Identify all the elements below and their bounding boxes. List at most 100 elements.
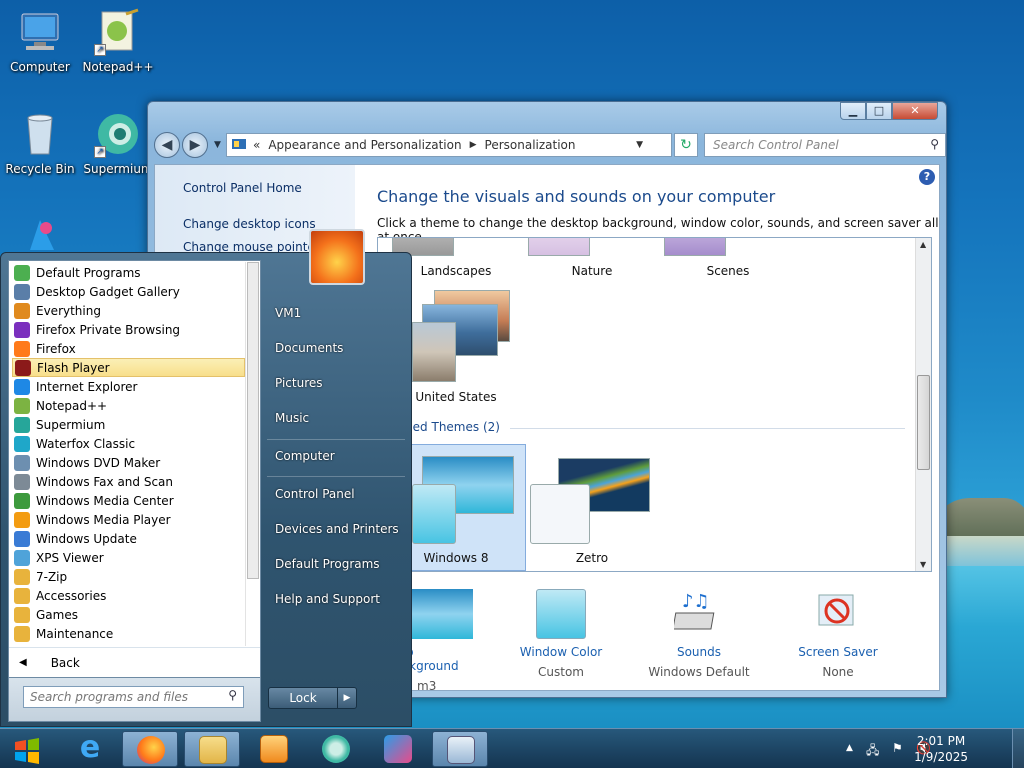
program-item[interactable]: Windows Fax and Scan [12, 472, 245, 491]
close-button[interactable]: ✕ [892, 102, 938, 120]
program-item[interactable]: Internet Explorer [12, 377, 245, 396]
theme-landscapes[interactable]: Landscapes [396, 264, 516, 278]
search-icon[interactable]: ⚲ [930, 137, 939, 151]
theme-windows-8[interactable]: Windows 8 [396, 551, 516, 565]
program-item[interactable]: Notepad++ [12, 396, 245, 415]
screen-saver-title[interactable]: Screen Saver [768, 645, 908, 659]
forward-arrow-icon[interactable]: ▶ [182, 132, 208, 158]
program-item[interactable]: Windows Media Center [12, 491, 245, 510]
program-item[interactable]: Windows Media Player [12, 510, 245, 529]
theme-thumb-nature[interactable] [528, 238, 590, 256]
program-item[interactable]: Firefox Private Browsing [12, 320, 245, 339]
theme-zetro[interactable]: Zetro [532, 551, 652, 565]
program-item[interactable]: Default Programs [12, 263, 245, 282]
screen-saver-setting[interactable]: Screen Saver None [768, 589, 908, 679]
start-link-documents[interactable]: Documents [275, 341, 343, 355]
show-hidden-icons-icon[interactable]: ▲ [846, 743, 853, 753]
taskbar-media-player[interactable] [246, 731, 302, 767]
program-label: Windows Media Center [36, 493, 174, 508]
program-item[interactable]: Windows DVD Maker [12, 453, 245, 472]
start-link-music[interactable]: Music [275, 411, 309, 425]
program-item[interactable]: XPS Viewer [12, 548, 245, 567]
programs-scrollbar[interactable] [245, 262, 259, 646]
start-link-computer[interactable]: Computer [275, 449, 335, 463]
search-programs-input[interactable]: Search programs and files ⚲ [23, 686, 244, 708]
scrollbar-thumb[interactable] [917, 375, 930, 470]
theme-united-states[interactable]: United States [396, 390, 516, 404]
breadcrumb-appearance[interactable]: Appearance and Personalization [268, 138, 461, 152]
sounds-title[interactable]: Sounds [629, 645, 769, 659]
address-dropdown-icon[interactable]: ▼ [636, 140, 643, 150]
theme-thumb-scenes[interactable] [664, 238, 726, 256]
search-placeholder: Search Control Panel [713, 138, 839, 152]
breadcrumb-personalization[interactable]: Personalization [485, 138, 576, 152]
breadcrumb-prefix[interactable]: « [253, 138, 260, 152]
program-item[interactable]: Maintenance [12, 624, 245, 643]
program-item[interactable]: Waterfox Classic [12, 434, 245, 453]
program-item[interactable]: Games [12, 605, 245, 624]
refresh-icon[interactable]: ↻ [674, 133, 698, 157]
program-item[interactable]: 7-Zip [12, 567, 245, 586]
program-item[interactable]: Windows Update [12, 529, 245, 548]
network-icon[interactable]: 🖧 [866, 741, 879, 762]
start-link-help-support[interactable]: Help and Support [275, 592, 380, 606]
desktop-icon-notepadpp[interactable]: ↗ Notepad++ [78, 8, 158, 74]
recent-pages-dropdown-icon[interactable]: ▼ [214, 140, 221, 150]
theme-nature[interactable]: Nature [532, 264, 652, 278]
start-button[interactable] [0, 731, 54, 767]
scroll-up-icon[interactable]: ▲ [920, 240, 926, 249]
sounds-setting[interactable]: ♪♫ Sounds Windows Default [629, 589, 769, 679]
search-icon[interactable]: ⚲ [228, 688, 237, 702]
start-link-control-panel[interactable]: Control Panel [275, 487, 355, 501]
taskbar-control-panel[interactable] [432, 731, 488, 767]
address-bar[interactable]: « Appearance and Personalization ▶ Perso… [226, 133, 672, 157]
start-link-default-programs[interactable]: Default Programs [275, 557, 380, 571]
back-button[interactable]: ◀ Back [9, 647, 260, 677]
program-item[interactable]: Flash Player [12, 358, 245, 377]
start-link-devices-printers[interactable]: Devices and Printers [275, 522, 399, 536]
program-item[interactable]: Accessories [12, 586, 245, 605]
taskbar-firefox[interactable] [122, 731, 178, 767]
desktop-icon-recycle-bin[interactable]: Recycle Bin [0, 110, 80, 176]
theme-thumb-zetro-color[interactable] [530, 484, 590, 544]
clock[interactable]: 2:01 PM 1/9/2025 [914, 733, 968, 765]
taskbar-app[interactable] [370, 731, 426, 767]
start-link-pictures[interactable]: Pictures [275, 376, 323, 390]
program-label: Firefox [36, 341, 76, 356]
taskbar-supermium[interactable] [308, 731, 364, 767]
themes-scrollbar[interactable]: ▲ ▼ [915, 238, 931, 571]
shutdown-options-arrow-icon[interactable]: ▶ [337, 687, 357, 709]
lock-button[interactable]: Lock [268, 687, 338, 709]
action-center-flag-icon[interactable]: ⚑ [892, 741, 903, 755]
breadcrumb-separator-icon[interactable]: ▶ [470, 140, 477, 150]
start-link-vm1[interactable]: VM1 [275, 306, 301, 320]
theme-scenes[interactable]: Scenes [668, 264, 788, 278]
search-control-panel-input[interactable]: Search Control Panel ⚲ [704, 133, 946, 157]
help-icon[interactable]: ? [919, 169, 935, 185]
window-color-title[interactable]: Window Color [491, 645, 631, 659]
theme-thumb-windows8-color[interactable] [412, 484, 456, 544]
desktop-icon-supermium[interactable]: ↗ Supermium [78, 110, 158, 176]
taskbar-explorer[interactable] [184, 731, 240, 767]
user-picture[interactable] [309, 229, 365, 285]
programs-scrollbar-thumb[interactable] [247, 262, 259, 579]
show-desktop-button[interactable] [1012, 729, 1024, 768]
program-item[interactable]: Supermium [12, 415, 245, 434]
taskbar-internet-explorer[interactable]: e [62, 731, 118, 767]
right-pane: ? Change the visuals and sounds on your … [355, 165, 939, 690]
internet-explorer-icon: e [79, 730, 101, 765]
maximize-button[interactable]: □ [866, 102, 892, 120]
program-label: Windows DVD Maker [36, 455, 161, 470]
link-control-panel-home[interactable]: Control Panel Home [183, 181, 302, 195]
link-change-desktop-icons[interactable]: Change desktop icons [183, 217, 316, 231]
back-arrow-icon[interactable]: ◀ [154, 132, 180, 158]
window-color-setting[interactable]: Window Color Custom [491, 589, 631, 679]
program-item[interactable]: Desktop Gadget Gallery [12, 282, 245, 301]
theme-thumb-us-front[interactable] [412, 322, 456, 382]
program-item[interactable]: Firefox [12, 339, 245, 358]
program-icon [14, 473, 30, 490]
scroll-down-icon[interactable]: ▼ [920, 560, 926, 569]
desktop-icon-computer[interactable]: Computer [0, 8, 80, 74]
program-item[interactable]: Everything [12, 301, 245, 320]
minimize-button[interactable]: ▁ [840, 102, 866, 120]
